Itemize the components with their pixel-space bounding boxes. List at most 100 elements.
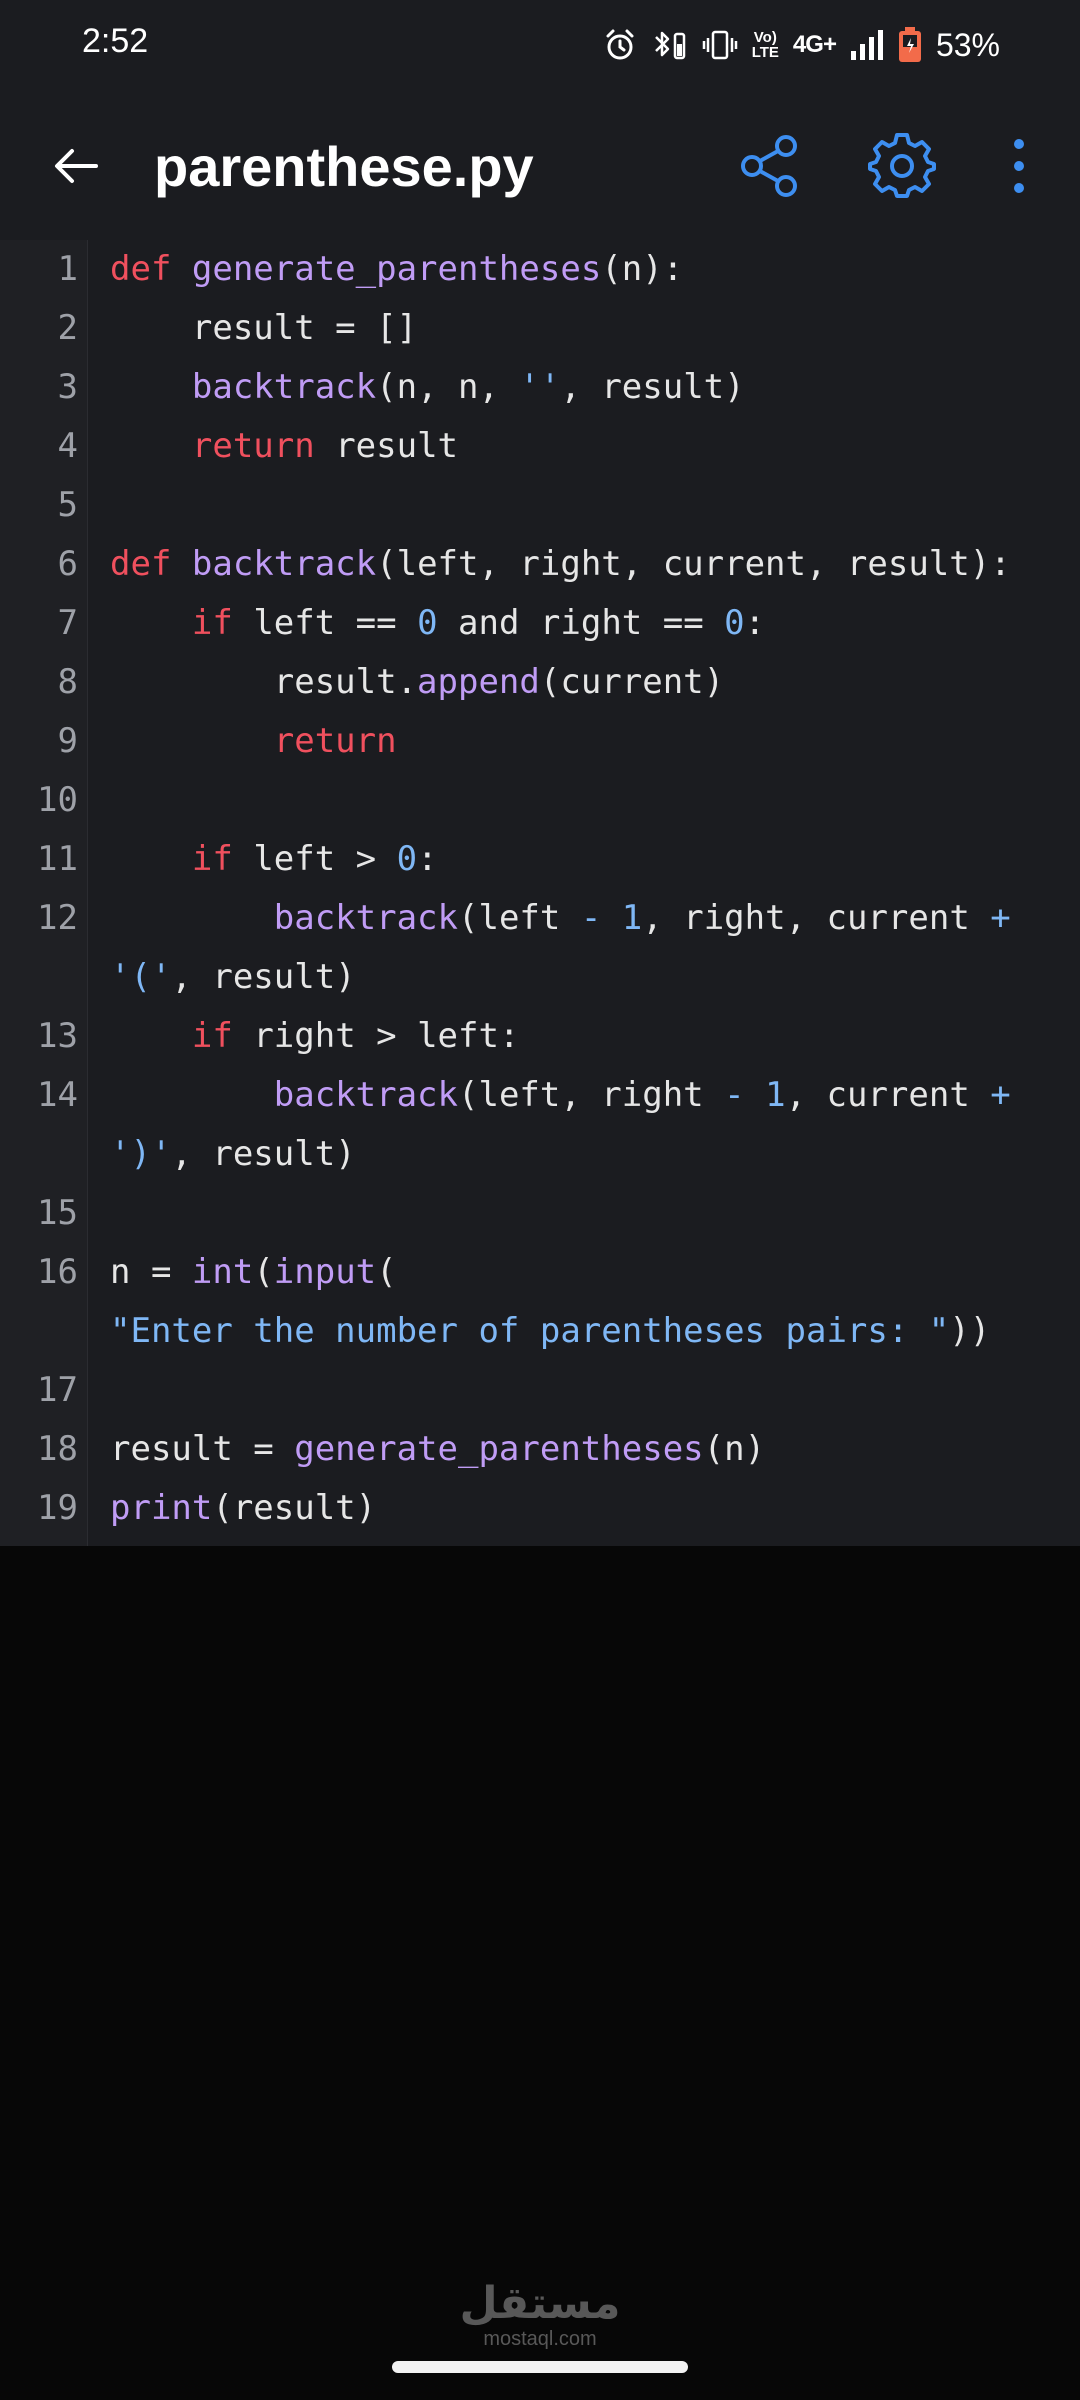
line-number: 16 xyxy=(37,1252,78,1292)
code-token-str: ')' xyxy=(110,1134,172,1174)
code-token-kw: return xyxy=(273,721,397,761)
code-text: '(', result) xyxy=(110,948,356,1007)
code-token-plain: (n) xyxy=(703,1429,766,1469)
app-bar: parenthese.py xyxy=(0,90,1080,240)
bluetooth-battery-icon xyxy=(650,28,688,62)
code-text: def backtrack(left, right, current, resu… xyxy=(110,535,1011,594)
code-area[interactable]: 1 def generate_parentheses(n): 2 result = … xyxy=(0,240,1080,1546)
code-text: if left == 0 and right == 0: xyxy=(110,594,765,653)
code-text: if left > 0: xyxy=(110,830,438,889)
code-token-plain: , result) xyxy=(560,367,745,407)
code-text: backtrack(n, n, '', result) xyxy=(110,358,745,417)
code-line[interactable]: 9 return xyxy=(0,712,1080,771)
code-token-fn: backtrack xyxy=(273,898,458,938)
code-token-kw: def xyxy=(110,249,192,289)
code-line[interactable]: 19 print(result) xyxy=(0,1479,1080,1538)
code-token-plain: result = xyxy=(110,1429,295,1469)
more-options-button[interactable] xyxy=(996,134,1042,198)
line-number: 17 xyxy=(37,1370,78,1410)
code-line[interactable]: 18 result = generate_parentheses(n) xyxy=(0,1420,1080,1479)
line-number: 19 xyxy=(37,1488,78,1528)
share-button[interactable] xyxy=(738,134,802,198)
code-token-kw: return xyxy=(191,426,315,466)
settings-button[interactable] xyxy=(868,132,936,200)
code-token-str: '' xyxy=(519,367,561,407)
volte-bottom-text: LTE xyxy=(751,44,779,61)
file-title: parenthese.py xyxy=(154,135,534,198)
network-type: 4G+ xyxy=(792,31,837,58)
code-token-kw: if xyxy=(191,603,233,643)
code-token-plain: and right == xyxy=(437,603,725,643)
code-token-fn: generate_parentheses xyxy=(191,249,602,289)
code-text: backtrack(left - 1, right, current + xyxy=(110,889,1011,948)
code-line[interactable]: 14 backtrack(left, right - 1, current + xyxy=(0,1066,1080,1125)
code-token-plain: ( xyxy=(253,1252,274,1292)
code-text: print(result) xyxy=(110,1479,376,1538)
code-line[interactable]: 7 if left == 0 and right == 0: xyxy=(0,594,1080,653)
code-token-str: '(' xyxy=(110,957,172,997)
battery-icon xyxy=(898,27,922,63)
code-token-plain: , result) xyxy=(171,1134,356,1174)
line-number: 2 xyxy=(57,308,78,348)
code-token-kw: if xyxy=(191,839,233,879)
code-text: "Enter the number of parentheses pairs: … xyxy=(110,1302,990,1361)
code-line[interactable]: 3 backtrack(n, n, '', result) xyxy=(0,358,1080,417)
share-icon xyxy=(741,135,797,197)
code-text: if right > left: xyxy=(110,1007,520,1066)
code-line[interactable]: 12 backtrack(left - 1, right, current + xyxy=(0,889,1080,948)
status-time: 2:52 xyxy=(82,22,149,60)
code-line[interactable]: 13 if right > left: xyxy=(0,1007,1080,1066)
back-button[interactable] xyxy=(46,135,108,197)
code-line-wrap[interactable]: "Enter the number of parentheses pairs: … xyxy=(0,1302,1080,1361)
code-token-num: 1 xyxy=(765,1075,786,1115)
status-icons: Vo) LTE 4G+ 53% xyxy=(604,22,1000,68)
line-number: 4 xyxy=(57,426,78,466)
code-token-plain: result xyxy=(314,426,459,466)
line-number: 18 xyxy=(37,1429,78,1469)
signal-icon xyxy=(850,29,884,61)
code-token-str: "Enter the number of parentheses pairs: … xyxy=(110,1311,950,1351)
code-token-plain: , right, current xyxy=(642,898,991,938)
code-line[interactable]: 11 if left > 0: xyxy=(0,830,1080,889)
status-bar: 2:52 Vo) LTE 4G+ 53% xyxy=(0,0,1080,90)
code-token-num: 0 xyxy=(396,839,418,879)
code-token-fn: backtrack xyxy=(191,367,377,407)
code-line[interactable]: 16 n = int(input( xyxy=(0,1243,1080,1302)
code-text: def generate_parentheses(n): xyxy=(110,240,683,299)
line-number: 6 xyxy=(57,544,78,584)
code-token-fn: backtrack xyxy=(191,544,377,584)
code-token-op: + xyxy=(990,1075,1011,1115)
code-token-plain: : xyxy=(417,839,438,879)
code-token-op: - xyxy=(580,898,602,938)
code-text: return result xyxy=(110,417,458,476)
code-line[interactable]: 10 xyxy=(0,771,1080,830)
code-line[interactable]: 15 xyxy=(0,1184,1080,1243)
line-number: 5 xyxy=(57,485,78,525)
code-line-wrap[interactable]: ')', result) xyxy=(0,1125,1080,1184)
home-indicator[interactable] xyxy=(392,2361,688,2373)
code-token-op: - xyxy=(724,1075,745,1115)
code-line[interactable]: 17 xyxy=(0,1361,1080,1420)
code-line[interactable]: 6 def backtrack(left, right, current, res… xyxy=(0,535,1080,594)
code-text: backtrack(left, right - 1, current + xyxy=(110,1066,1011,1125)
code-line[interactable]: 4 return result xyxy=(0,417,1080,476)
code-line-wrap[interactable]: '(', result) xyxy=(0,948,1080,1007)
code-line[interactable]: 8 result.append(current) xyxy=(0,653,1080,712)
line-number: 7 xyxy=(57,603,78,643)
code-token-plain: (left xyxy=(458,898,581,938)
line-number: 3 xyxy=(57,367,78,407)
code-text: return xyxy=(110,712,397,771)
code-line[interactable]: 5 xyxy=(0,476,1080,535)
code-editor[interactable]: 1 def generate_parentheses(n): 2 result = … xyxy=(0,240,1080,1546)
code-text: result.append(current) xyxy=(110,653,724,712)
code-text: result = generate_parentheses(n) xyxy=(110,1420,765,1479)
alarm-icon xyxy=(604,28,636,62)
code-line[interactable]: 2 result = [] xyxy=(0,299,1080,358)
code-line[interactable]: 1 def generate_parentheses(n): xyxy=(0,240,1080,299)
